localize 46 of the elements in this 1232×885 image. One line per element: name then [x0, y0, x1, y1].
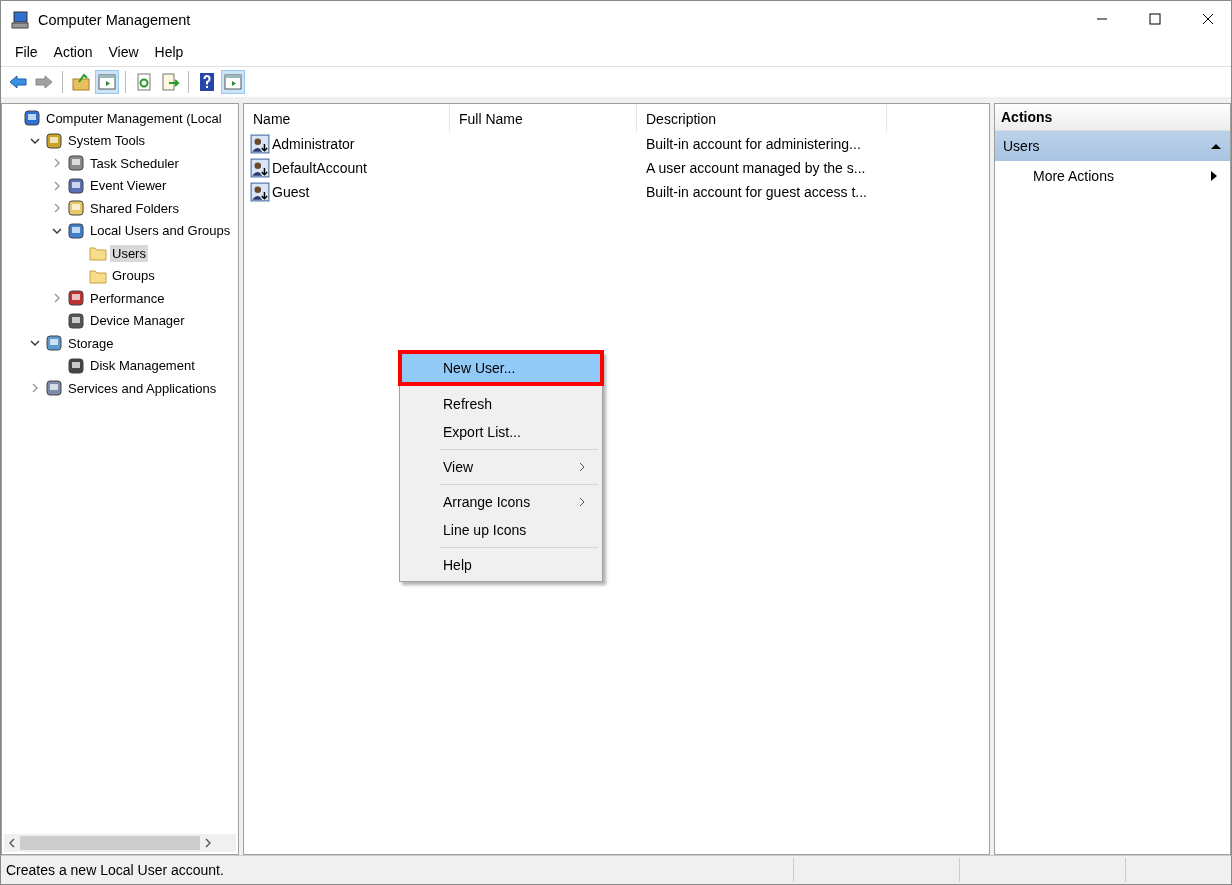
menu-item[interactable]: Help — [146, 44, 192, 60]
collapse-triangle-icon — [1210, 142, 1222, 150]
tree-item[interactable]: Task Scheduler — [88, 154, 181, 172]
tree-item[interactable]: Shared Folders — [88, 199, 181, 217]
tree-item[interactable]: Performance — [88, 289, 167, 307]
window-title: Computer Management — [38, 11, 191, 28]
tree-item[interactable]: Disk Management — [88, 357, 197, 375]
column-header[interactable]: Full Name — [450, 104, 637, 132]
tree-item[interactable]: System Tools — [66, 132, 148, 150]
submenu-chevron-icon — [578, 462, 586, 472]
tree-item[interactable]: Storage — [66, 334, 116, 352]
console-tree-icon[interactable] — [95, 70, 119, 94]
context-menu-item[interactable]: Arrange Icons — [402, 488, 600, 516]
user-description: Built-in account for administering... — [645, 136, 862, 152]
context-menu-item[interactable]: Export List... — [402, 418, 600, 446]
user-description: Built-in account for guest access t... — [645, 184, 868, 200]
context-menu-item[interactable]: View — [402, 453, 600, 481]
horizontal-scrollbar[interactable] — [4, 834, 236, 852]
action-link[interactable]: More Actions — [995, 161, 1230, 191]
tree-item[interactable]: Local Users and Groups — [88, 222, 233, 240]
tree-item[interactable]: Event Viewer — [88, 177, 169, 195]
context-menu-item[interactable]: Help — [402, 551, 600, 579]
user-name[interactable]: Guest — [272, 184, 310, 200]
menu-item[interactable]: Action — [45, 44, 101, 60]
status-text: Creates a new Local User account. — [5, 862, 225, 878]
user-icon — [250, 182, 270, 202]
column-header[interactable]: Description — [637, 104, 887, 132]
actions-section-header[interactable]: Users — [995, 131, 1230, 161]
menu-item[interactable]: File — [7, 44, 46, 60]
user-name[interactable]: DefaultAccount — [272, 160, 367, 176]
tree-item[interactable]: Users — [110, 244, 148, 262]
column-header[interactable]: Name — [244, 104, 450, 132]
user-description: A user account managed by the s... — [645, 160, 867, 176]
user-icon — [250, 158, 270, 178]
tree-item[interactable]: Groups — [110, 267, 157, 285]
tree-item[interactable]: Computer Management (Local — [44, 109, 224, 127]
tree-item[interactable]: Services and Applications — [66, 379, 219, 397]
submenu-triangle-icon — [1210, 170, 1218, 182]
user-name[interactable]: Administrator — [272, 136, 355, 152]
tree-item[interactable]: Device Manager — [88, 312, 187, 330]
context-menu-item[interactable]: Line up Icons — [402, 516, 600, 544]
user-icon — [250, 134, 270, 154]
context-menu-item[interactable]: Refresh — [402, 390, 600, 418]
folder-icon — [89, 244, 107, 263]
menu-item[interactable]: View — [100, 44, 147, 60]
submenu-chevron-icon — [578, 497, 586, 507]
